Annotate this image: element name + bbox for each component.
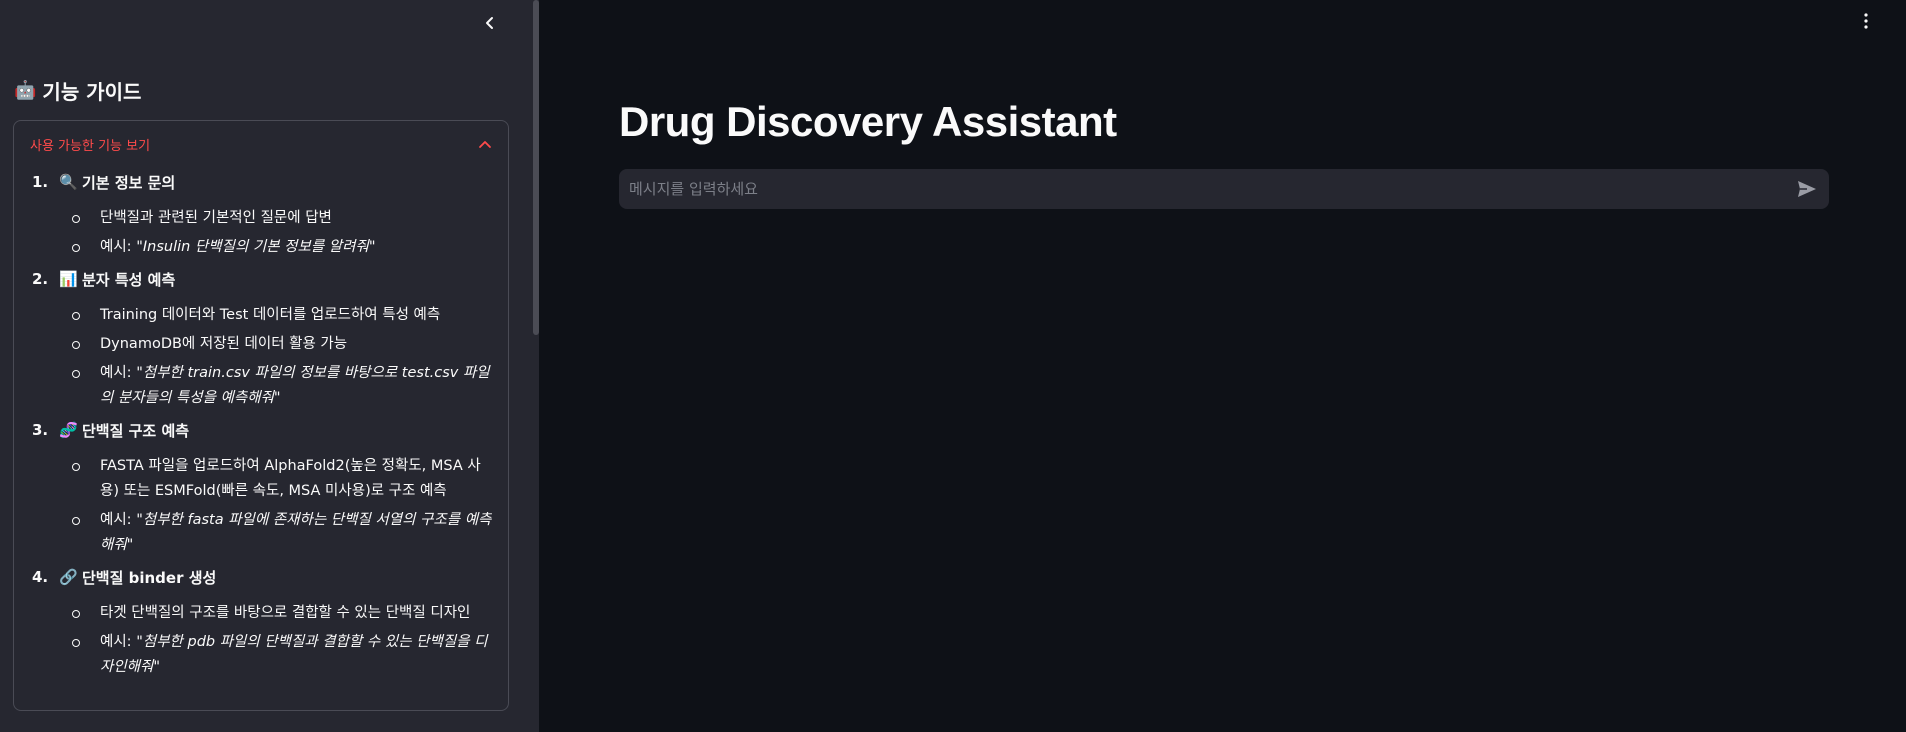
feature-sub-item: 예시: "첨부한 fasta 파일에 존재하는 단백질 서열의 구조를 예측해줘… (62, 508, 492, 558)
sub-item-text: 단백질과 관련된 기본적인 질문에 답변 (100, 210, 332, 226)
feature-title-text: 기본 정보 문의 (82, 173, 176, 192)
features-expander: 사용 가능한 기능 보기 1. 🔍 기본 정보 문의단백질과 관련된 기본적인 질문… (13, 120, 509, 711)
feature-title: 1. 🔍 기본 정보 문의 (32, 167, 492, 197)
sub-item-text: 예시: (100, 512, 137, 528)
send-button[interactable] (1795, 177, 1819, 201)
feature-sub-item: Training 데이터와 Test 데이터를 업로드하여 특성 예측 (62, 303, 492, 328)
feature-sub-item: 예시: "첨부한 train.csv 파일의 정보를 바탕으로 test.csv… (62, 361, 492, 411)
feature-emoji-icon: 🔍 (59, 173, 78, 191)
feature-title-text: 분자 특성 예측 (82, 270, 176, 289)
feature-emoji-icon: 🔗 (59, 568, 78, 586)
sub-item-text: 예시: (100, 239, 137, 255)
feature-sub-list: 단백질과 관련된 기본적인 질문에 답변예시: "Insulin 단백질의 기본… (32, 197, 492, 260)
sidebar: 🤖 기능 가이드 사용 가능한 기능 보기 1. 🔍 기본 정보 문의단백질과 관련… (0, 0, 539, 732)
feature-list: 1. 🔍 기본 정보 문의단백질과 관련된 기본적인 질문에 답변예시: "Insu… (14, 167, 508, 680)
sub-item-text: Training 데이터와 Test 데이터를 업로드하여 특성 예측 (100, 307, 441, 323)
feature-sub-item: FASTA 파일을 업로드하여 AlphaFold2(높은 정확도, MSA 사… (62, 454, 492, 504)
app: 🤖 기능 가이드 사용 가능한 기능 보기 1. 🔍 기본 정보 문의단백질과 관련… (0, 0, 1906, 732)
feature-sub-item: 예시: "Insulin 단백질의 기본 정보를 알려줘" (62, 235, 492, 260)
feature-title: 2. 📊 분자 특성 예측 (32, 264, 492, 294)
feature-sub-item: 단백질과 관련된 기본적인 질문에 답변 (62, 206, 492, 231)
feature-number: 4. (32, 568, 49, 586)
feature-sub-item: 타겟 단백질의 구조를 바탕으로 결합할 수 있는 단백질 디자인 (62, 601, 492, 626)
feature-sub-list: FASTA 파일을 업로드하여 AlphaFold2(높은 정확도, MSA 사… (32, 445, 492, 558)
collapse-sidebar-button[interactable] (478, 10, 502, 36)
send-icon (1798, 181, 1816, 197)
example-text: "Insulin 단백질의 기본 정보를 알려줘" (136, 239, 376, 255)
feature-number: 1. (32, 173, 49, 191)
feature-number: 2. (32, 270, 49, 288)
sidebar-heading: 🤖 기능 가이드 (14, 76, 141, 105)
main-content: Drug Discovery Assistant (539, 0, 1906, 732)
kebab-menu-icon (1864, 13, 1868, 29)
page-title: Drug Discovery Assistant (619, 98, 1117, 145)
chat-input-container (619, 169, 1829, 209)
sub-item-text: 예시: (100, 634, 137, 650)
expander-title: 사용 가능한 기능 보기 (30, 138, 151, 154)
example-text: "첨부한 train.csv 파일의 정보를 바탕으로 test.csv 파일의… (100, 365, 490, 406)
feature-item: 3. 🧬 단백질 구조 예측 FASTA 파일을 업로드하여 AlphaFold2(높… (32, 415, 492, 558)
feature-title-text: 단백질 구조 예측 (82, 421, 190, 440)
feature-item: 2. 📊 분자 특성 예측 Training 데이터와 Test 데이터를 업로드하여… (32, 264, 492, 411)
feature-item: 1. 🔍 기본 정보 문의단백질과 관련된 기본적인 질문에 답변예시: "Insu… (32, 167, 492, 260)
sub-item-text: DynamoDB에 저장된 데이터 활용 가능 (100, 336, 348, 352)
sub-item-text: 예시: (100, 365, 137, 381)
sub-item-text: FASTA 파일을 업로드하여 AlphaFold2(높은 정확도, MSA 사… (100, 458, 481, 499)
robot-icon: 🤖 (14, 80, 37, 101)
feature-sub-list: Training 데이터와 Test 데이터를 업로드하여 특성 예측 Dynam… (32, 294, 492, 411)
chevron-up-icon (479, 141, 491, 148)
feature-sub-item: DynamoDB에 저장된 데이터 활용 가능 (62, 332, 492, 357)
main-menu-button[interactable] (1856, 10, 1876, 32)
feature-sub-item: 예시: "첨부한 pdb 파일의 단백질과 결합할 수 있는 단백질을 디자인해… (62, 630, 492, 680)
feature-title: 4. 🔗 단백질 binder 생성 (32, 562, 492, 592)
feature-title: 3. 🧬 단백질 구조 예측 (32, 415, 492, 445)
feature-emoji-icon: 🧬 (59, 421, 78, 439)
sub-item-text: 타겟 단백질의 구조를 바탕으로 결합할 수 있는 단백질 디자인 (100, 605, 471, 621)
feature-number: 3. (32, 421, 49, 439)
sidebar-heading-text: 기능 가이드 (42, 80, 142, 104)
example-text: "첨부한 pdb 파일의 단백질과 결합할 수 있는 단백질을 디자인해줘" (100, 634, 488, 675)
chat-input[interactable] (629, 180, 1795, 198)
feature-sub-list: 타겟 단백질의 구조를 바탕으로 결합할 수 있는 단백질 디자인예시: "첨부… (32, 592, 492, 680)
chevron-left-icon (486, 17, 493, 29)
feature-emoji-icon: 📊 (59, 270, 78, 288)
feature-title-text: 단백질 binder 생성 (82, 568, 217, 587)
expander-header[interactable]: 사용 가능한 기능 보기 (14, 121, 508, 167)
example-text: "첨부한 fasta 파일에 존재하는 단백질 서열의 구조를 예측해줘" (100, 512, 492, 553)
feature-item: 4. 🔗 단백질 binder 생성타겟 단백질의 구조를 바탕으로 결합할 수 있… (32, 562, 492, 680)
